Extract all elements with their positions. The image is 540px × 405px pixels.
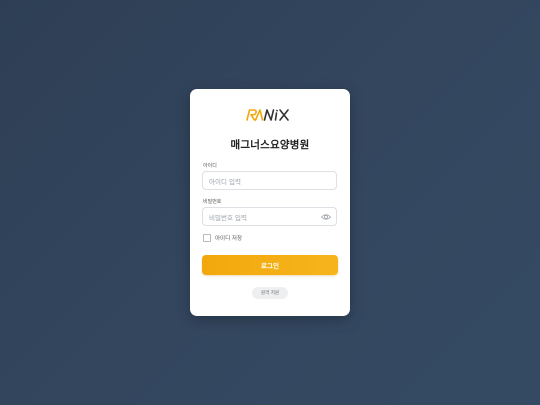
ranix-logo — [190, 108, 350, 122]
ranix-logo-mark — [246, 109, 289, 121]
page-title: 매그너스요양병원 — [230, 139, 310, 151]
eye-icon[interactable] — [321, 213, 331, 221]
remember-id[interactable]: 아이디 저장 — [203, 234, 242, 242]
password-placeholder: 비밀번호 입력 — [209, 213, 247, 222]
password-input[interactable]: 비밀번호 입력 — [202, 207, 337, 226]
id-label: 아이디 — [203, 163, 217, 169]
remote-support-button[interactable]: 원격 지원 — [252, 287, 288, 299]
remember-checkbox[interactable] — [203, 234, 211, 242]
login-button[interactable]: 로그인 — [202, 255, 338, 275]
remember-label: 아이디 저장 — [215, 236, 243, 242]
login-card: 매그너스요양병원 아이디 아이디 입력 비밀번호 비밀번호 입력 아이디 저장 … — [190, 89, 350, 316]
id-placeholder: 아이디 입력 — [209, 177, 241, 186]
id-input[interactable]: 아이디 입력 — [202, 171, 337, 190]
password-label: 비밀번호 — [203, 199, 222, 205]
